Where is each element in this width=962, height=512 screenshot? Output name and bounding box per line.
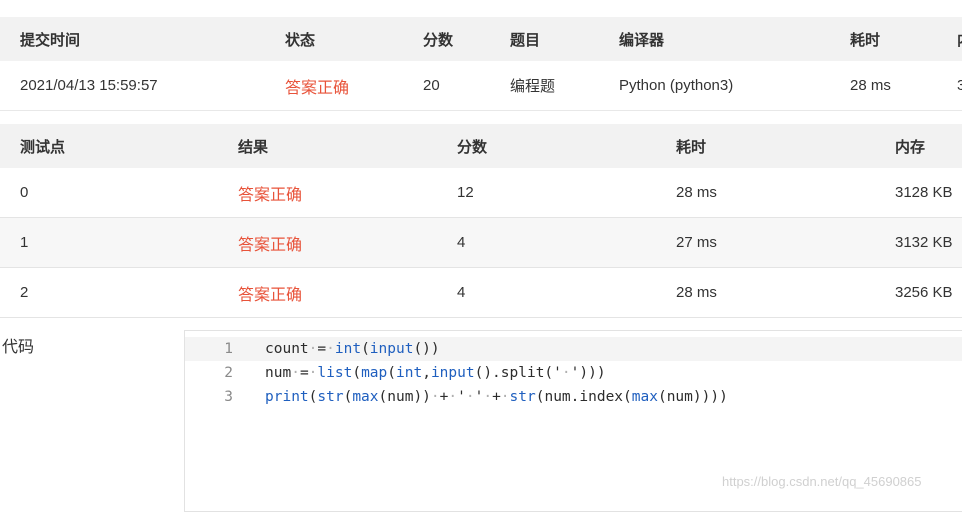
header-problem: 题目 [510, 31, 541, 49]
score-value: 20 [423, 77, 440, 94]
testpoint-score: 4 [457, 284, 466, 301]
code-text: print(str(max(num))·+·'·'·+·str(num.inde… [265, 389, 728, 405]
testpoint-result: 答案正确 [238, 186, 303, 204]
testpoint-memory: 3132 KB [895, 234, 953, 251]
table-row: 1 答案正确 4 27 ms 3132 KB [0, 218, 962, 268]
testpoint-score: 4 [457, 234, 466, 251]
line-number: 1 [224, 341, 233, 357]
code-label: 代码 [2, 339, 35, 356]
memory-used: 3256 KB [957, 77, 962, 94]
testpoint-time: 28 ms [676, 284, 717, 301]
submission-row: 2021/04/13 15:59:57 答案正确 20 编程题 Python (… [0, 61, 962, 111]
problem-type: 编程题 [510, 78, 556, 95]
line-number: 2 [224, 365, 233, 381]
submission-header-row: 提交时间 状态 分数 题目 编译器 耗时 内存 [0, 17, 962, 61]
testpoint-result: 答案正确 [238, 286, 303, 304]
testpoint-header-row: 测试点 结果 分数 耗时 内存 [0, 124, 962, 168]
watermark-text: https://blog.csdn.net/qq_45690865 [722, 474, 922, 489]
header-status: 状态 [285, 31, 316, 49]
testpoint-memory: 3256 KB [895, 284, 953, 301]
header-tp-memory: 内存 [895, 138, 926, 156]
testpoint-result: 答案正确 [238, 236, 303, 254]
header-memory: 内存 [957, 17, 962, 61]
testpoint-time: 27 ms [676, 234, 717, 251]
testpoint-time: 28 ms [676, 184, 717, 201]
compiler-name: Python (python3) [619, 77, 734, 94]
code-text: count·=·int(input()) [265, 341, 440, 357]
code-line[interactable]: 1 count·=·int(input()) [185, 337, 962, 361]
line-number: 3 [224, 389, 233, 405]
table-row: 0 答案正确 12 28 ms 3128 KB [0, 168, 962, 218]
status-text[interactable]: 答案正确 [285, 61, 349, 110]
testpoint-id: 1 [20, 234, 29, 251]
submit-time: 2021/04/13 15:59:57 [20, 77, 158, 94]
header-compiler: 编译器 [619, 31, 665, 49]
header-submit-time: 提交时间 [20, 31, 81, 49]
header-testpoint: 测试点 [20, 138, 66, 156]
testpoint-id: 2 [20, 284, 29, 301]
header-result: 结果 [238, 138, 269, 156]
header-score: 分数 [423, 31, 454, 49]
table-row: 2 答案正确 4 28 ms 3256 KB [0, 268, 962, 318]
elapsed-time: 28 ms [850, 77, 891, 94]
testpoint-memory: 3128 KB [895, 184, 953, 201]
code-line[interactable]: 2 num·=·list(map(int,input().split('·'))… [185, 361, 962, 385]
code-line[interactable]: 3 print(str(max(num))·+·'·'·+·str(num.in… [185, 385, 962, 409]
testpoint-score: 12 [457, 184, 474, 201]
header-tp-time: 耗时 [676, 138, 707, 156]
submission-table: 提交时间 状态 分数 题目 编译器 耗时 内存 2021/04/13 15:59… [0, 17, 962, 111]
testpoint-id: 0 [20, 184, 29, 201]
testpoint-table: 测试点 结果 分数 耗时 内存 0 答案正确 12 28 ms 3128 KB … [0, 124, 962, 318]
code-text: num·=·list(map(int,input().split('·'))) [265, 365, 606, 381]
header-tp-score: 分数 [457, 138, 488, 156]
header-elapsed: 耗时 [850, 31, 881, 49]
